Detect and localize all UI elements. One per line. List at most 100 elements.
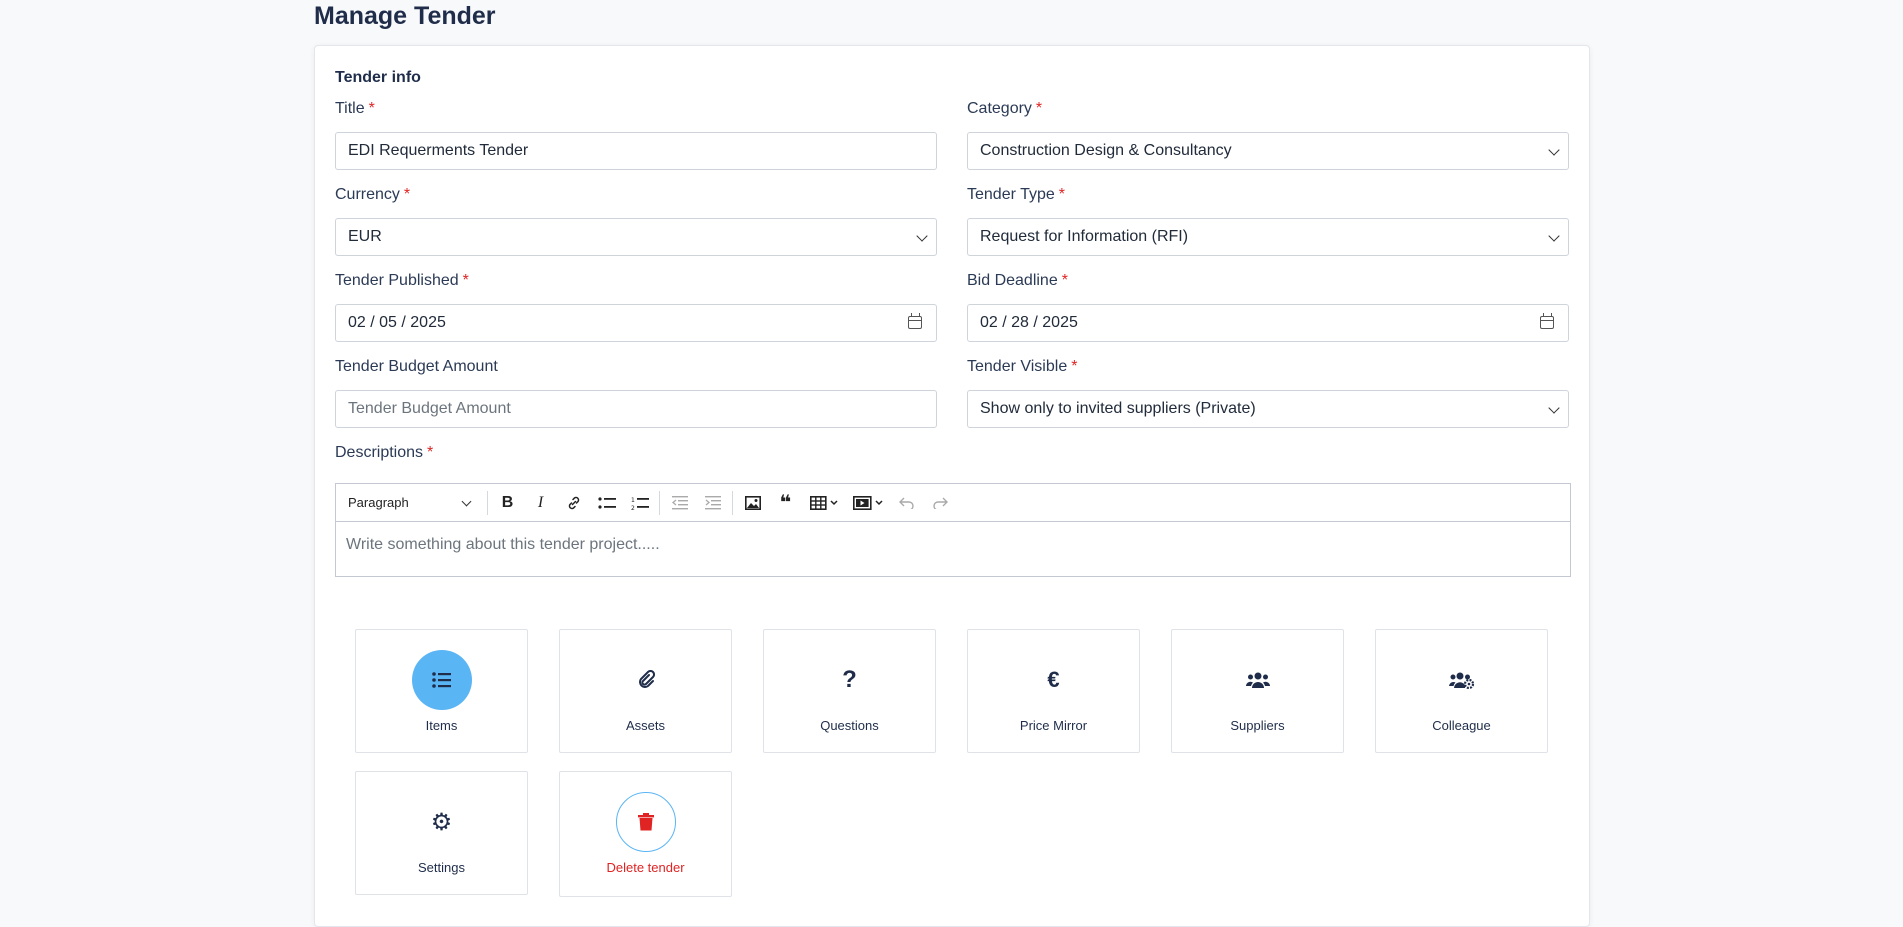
required-mark: * bbox=[368, 100, 375, 117]
calendar-icon[interactable] bbox=[1540, 313, 1554, 329]
editor-toolbar: Paragraph B I 12 ❝ bbox=[336, 484, 1570, 522]
published-field: Tender Published * 02 / 05 / 2025 bbox=[335, 270, 937, 342]
chevron-down-icon bbox=[1548, 230, 1560, 242]
tile-items[interactable]: Items bbox=[355, 629, 528, 753]
currency-select[interactable]: EUR bbox=[335, 218, 937, 256]
tile-label: Suppliers bbox=[1230, 718, 1285, 733]
gear-icon: ⚙ bbox=[430, 808, 453, 836]
tile-price-mirror[interactable]: € Price Mirror bbox=[967, 629, 1140, 753]
title-input[interactable]: EDI Requerments Tender bbox=[335, 132, 937, 170]
currency-field: Currency * EUR bbox=[335, 184, 937, 256]
currency-value: EUR bbox=[348, 228, 382, 245]
required-mark: * bbox=[462, 272, 469, 289]
toolbar-divider bbox=[487, 490, 488, 515]
svg-text:1: 1 bbox=[631, 497, 635, 504]
tile-label: Items bbox=[425, 718, 458, 733]
redo-icon[interactable] bbox=[923, 488, 956, 518]
tile-label: Questions bbox=[820, 718, 879, 733]
toolbar-divider bbox=[732, 490, 733, 515]
list-icon bbox=[411, 650, 472, 710]
indent-icon[interactable] bbox=[696, 488, 729, 518]
tile-delete-tender[interactable]: Delete tender bbox=[559, 771, 732, 897]
published-value: 02 / 05 / 2025 bbox=[348, 314, 446, 331]
euro-icon: € bbox=[1047, 667, 1060, 692]
required-mark: * bbox=[1071, 358, 1078, 375]
budget-label: Tender Budget Amount bbox=[335, 358, 498, 375]
section-title: Tender info bbox=[335, 69, 421, 86]
title-label: Title bbox=[335, 100, 365, 117]
image-icon[interactable] bbox=[736, 488, 769, 518]
tile-label: Assets bbox=[625, 718, 665, 733]
descriptions-label: Descriptions bbox=[335, 444, 424, 461]
tender-type-value: Request for Information (RFI) bbox=[980, 228, 1189, 245]
title-field: Title * EDI Requerments Tender bbox=[335, 98, 937, 170]
italic-icon[interactable]: I bbox=[524, 488, 557, 518]
budget-field: Tender Budget Amount Tender Budget Amoun… bbox=[335, 356, 937, 428]
chevron-down-icon bbox=[1548, 402, 1560, 414]
tile-questions[interactable]: ? Questions bbox=[763, 629, 936, 753]
visible-label: Tender Visible bbox=[967, 358, 1068, 375]
editor-placeholder: Write something about this tender projec… bbox=[346, 536, 660, 553]
tender-type-label: Tender Type bbox=[967, 186, 1055, 203]
budget-placeholder: Tender Budget Amount bbox=[348, 400, 511, 417]
required-mark: * bbox=[427, 444, 434, 461]
tile-label: Delete tender bbox=[606, 860, 685, 875]
currency-label: Currency bbox=[335, 186, 400, 203]
tile-label: Settings bbox=[418, 860, 465, 875]
numbered-list-icon[interactable]: 12 bbox=[623, 488, 656, 518]
required-mark: * bbox=[403, 186, 411, 203]
descriptions-field: Descriptions * bbox=[335, 442, 937, 464]
tender-type-field: Tender Type * Request for Information (RF… bbox=[967, 184, 1569, 256]
users-cog-icon bbox=[1432, 650, 1492, 710]
tile-assets[interactable]: Assets bbox=[559, 629, 732, 753]
trash-icon bbox=[615, 792, 676, 852]
users-icon bbox=[1228, 650, 1288, 710]
published-label: Tender Published bbox=[335, 272, 459, 289]
category-select[interactable]: Construction Design & Consultancy bbox=[967, 132, 1569, 170]
undo-icon[interactable] bbox=[890, 488, 923, 518]
question-icon: ? bbox=[842, 666, 857, 693]
editor-content[interactable]: Write something about this tender projec… bbox=[336, 522, 1570, 568]
link-icon[interactable] bbox=[557, 488, 590, 518]
tile-suppliers[interactable]: Suppliers bbox=[1171, 629, 1344, 753]
chevron-down-icon bbox=[916, 230, 928, 242]
rich-text-editor: Paragraph B I 12 ❝ Write something about… bbox=[335, 483, 1571, 577]
visible-select[interactable]: Show only to invited suppliers (Private) bbox=[967, 390, 1569, 428]
required-mark: * bbox=[1061, 272, 1068, 289]
deadline-label: Bid Deadline bbox=[967, 272, 1058, 289]
visible-value: Show only to invited suppliers (Private) bbox=[980, 400, 1256, 417]
deadline-date-input[interactable]: 02 / 28 / 2025 bbox=[967, 304, 1569, 342]
bulleted-list-icon[interactable] bbox=[590, 488, 623, 518]
tile-label: Price Mirror bbox=[1019, 718, 1088, 733]
calendar-icon[interactable] bbox=[908, 313, 922, 329]
bold-icon[interactable]: B bbox=[491, 488, 524, 518]
table-icon[interactable] bbox=[802, 488, 846, 518]
deadline-value: 02 / 28 / 2025 bbox=[980, 314, 1078, 331]
quote-icon[interactable]: ❝ bbox=[769, 488, 802, 518]
svg-text:2: 2 bbox=[631, 505, 635, 510]
category-label: Category bbox=[967, 100, 1032, 117]
required-mark: * bbox=[1058, 186, 1065, 203]
tender-type-select[interactable]: Request for Information (RFI) bbox=[967, 218, 1569, 256]
published-date-input[interactable]: 02 / 05 / 2025 bbox=[335, 304, 937, 342]
toolbar-divider bbox=[659, 490, 660, 515]
paragraph-label: Paragraph bbox=[348, 495, 409, 510]
tile-label: Colleague bbox=[1432, 718, 1491, 733]
media-icon[interactable] bbox=[846, 488, 890, 518]
required-mark: * bbox=[1035, 100, 1043, 117]
page-title: Manage Tender bbox=[314, 2, 496, 30]
deadline-field: Bid Deadline * 02 / 28 / 2025 bbox=[967, 270, 1569, 342]
paperclip-icon bbox=[616, 650, 676, 710]
category-field: Category * Construction Design & Consulta… bbox=[967, 98, 1569, 170]
paragraph-select[interactable]: Paragraph bbox=[342, 484, 484, 521]
chevron-down-icon bbox=[461, 496, 472, 507]
tile-colleague[interactable]: Colleague bbox=[1375, 629, 1548, 753]
tile-settings[interactable]: ⚙ Settings bbox=[355, 771, 528, 895]
tender-info-card: Tender info Title * EDI Requerments Tende… bbox=[314, 45, 1590, 927]
chevron-down-icon bbox=[1548, 144, 1560, 156]
title-value: EDI Requerments Tender bbox=[348, 142, 529, 159]
outdent-icon[interactable] bbox=[663, 488, 696, 518]
category-value: Construction Design & Consultancy bbox=[980, 142, 1232, 159]
budget-input[interactable]: Tender Budget Amount bbox=[335, 390, 937, 428]
visible-field: Tender Visible * Show only to invited sup… bbox=[967, 356, 1569, 428]
